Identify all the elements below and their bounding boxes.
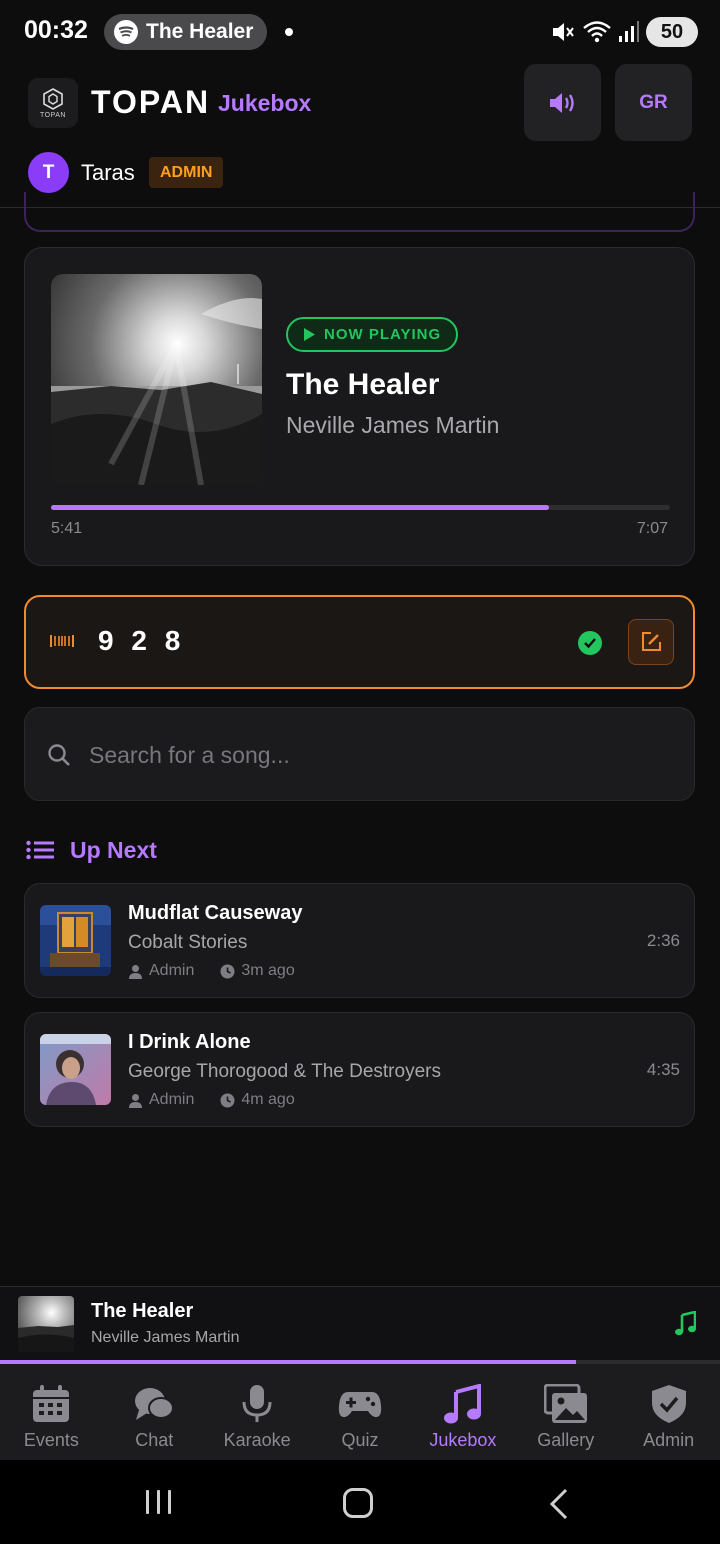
hexagon-logo-icon: [43, 87, 63, 110]
battery-indicator: 50: [646, 17, 698, 47]
status-bar: 00:32 The Healer 50: [0, 0, 720, 64]
chat-icon: [135, 1388, 175, 1420]
logo-wordmark: TOPAN: [40, 111, 66, 119]
user-icon: [129, 964, 142, 979]
mini-album-art: [18, 1296, 74, 1352]
tab-label: Gallery: [537, 1430, 595, 1450]
queue-artist: Cobalt Stories: [128, 932, 248, 953]
status-time: 00:32: [24, 16, 88, 44]
track-artist: Neville James Martin: [286, 412, 500, 438]
room-code: 9 2 8: [98, 625, 186, 656]
list-item[interactable]: Mudflat Causeway Cobalt Stories Admin 3m…: [24, 883, 695, 998]
app-logo: TOPAN: [28, 78, 78, 128]
edit-icon: [642, 632, 661, 651]
tab-label: Admin: [643, 1430, 695, 1450]
media-pill-title: The Healer: [146, 20, 254, 43]
queue-album-art: [40, 1034, 111, 1105]
queue-age: 4m ago: [241, 1091, 295, 1108]
barcode-icon: [50, 635, 74, 647]
check-circle-icon: [578, 631, 602, 655]
signal-icon: [619, 21, 639, 42]
tab-gallery[interactable]: Gallery: [514, 1364, 617, 1460]
role-badge: ADMIN: [149, 157, 224, 188]
language-button[interactable]: GR: [615, 64, 692, 141]
avatar[interactable]: T: [28, 152, 69, 193]
tab-label: Chat: [135, 1430, 174, 1450]
notification-dot: [285, 28, 293, 36]
brand-title: TOPAN: [91, 84, 211, 120]
total-time: 7:07: [636, 520, 668, 537]
mini-player[interactable]: The Healer Neville James Martin: [0, 1286, 720, 1364]
list-item[interactable]: I Drink Alone George Thorogood & The Des…: [24, 1012, 695, 1127]
microphone-icon: [242, 1385, 272, 1422]
queue-meta: Admin 4m ago: [128, 1091, 295, 1109]
room-code-card: 9 2 8: [24, 595, 695, 689]
queue-album-art: [40, 905, 111, 976]
gamepad-icon: [338, 1392, 382, 1418]
now-playing-label: NOW PLAYING: [324, 326, 442, 343]
section-title: Jukebox: [218, 90, 312, 116]
calendar-icon: [33, 1385, 70, 1422]
search-input[interactable]: [89, 730, 669, 780]
media-pill[interactable]: The Healer: [104, 14, 267, 50]
home-button[interactable]: [343, 1488, 373, 1518]
mini-track-title: The Healer: [91, 1300, 194, 1322]
elapsed-time: 5:41: [51, 520, 83, 537]
music-note-icon[interactable]: [674, 1311, 696, 1337]
list-icon: [26, 840, 54, 860]
up-next-header: Up Next: [26, 834, 157, 866]
tab-admin[interactable]: Admin: [617, 1364, 720, 1460]
spotify-icon: [114, 20, 138, 44]
queue-requester: Admin: [149, 1091, 195, 1108]
queue-artist: George Thorogood & The Destroyers: [128, 1061, 441, 1082]
queue-duration: 2:36: [646, 931, 680, 950]
play-icon: [304, 328, 315, 341]
queue-title: Mudflat Causeway: [128, 902, 303, 924]
back-button[interactable]: [548, 1488, 570, 1520]
bottom-tab-bar: Events Chat Karaoke Quiz Jukebox Gallery…: [0, 1364, 720, 1460]
status-icons: 50: [550, 16, 698, 48]
progress-fill: [51, 505, 550, 510]
music-note-icon: [443, 1384, 481, 1424]
mini-track-artist: Neville James Martin: [91, 1329, 240, 1346]
tab-jukebox[interactable]: Jukebox: [411, 1364, 514, 1460]
tab-label: Jukebox: [429, 1430, 497, 1450]
mute-icon: [553, 23, 574, 41]
previous-card-edge: [24, 192, 695, 232]
queue-title: I Drink Alone: [128, 1031, 251, 1053]
queue-requester: Admin: [149, 962, 195, 979]
queue-duration: 4:35: [646, 1060, 680, 1079]
clock-icon: [220, 1093, 235, 1107]
now-playing-badge: NOW PLAYING: [286, 317, 459, 352]
tab-events[interactable]: Events: [0, 1364, 103, 1460]
app-header: TOPAN TOPAN Jukebox GR T Taras ADMIN: [0, 60, 720, 208]
user-icon: [129, 1093, 142, 1108]
tab-label: Quiz: [341, 1430, 379, 1450]
track-title: The Healer: [286, 368, 440, 401]
system-navigation-bar: [0, 1460, 720, 1544]
gallery-icon: [543, 1384, 587, 1423]
tab-label: Events: [23, 1430, 79, 1450]
edit-code-button[interactable]: [628, 619, 674, 665]
user-name: Taras: [81, 160, 135, 185]
volume-button[interactable]: [524, 64, 601, 141]
progress-bar: [51, 505, 670, 510]
tab-label: Karaoke: [223, 1430, 291, 1450]
shield-check-icon: [651, 1385, 686, 1423]
queue-age: 3m ago: [241, 962, 295, 979]
tab-quiz[interactable]: Quiz: [309, 1364, 412, 1460]
volume-icon: [549, 92, 574, 113]
queue-meta: Admin 3m ago: [128, 962, 295, 980]
search-icon: [48, 744, 70, 766]
tab-karaoke[interactable]: Karaoke: [206, 1364, 309, 1460]
album-art: [51, 274, 262, 485]
recent-apps-button[interactable]: [146, 1490, 171, 1514]
wifi-icon: [583, 21, 611, 43]
clock-icon: [220, 964, 235, 978]
now-playing-card: NOW PLAYING The Healer Neville James Mar…: [24, 247, 695, 566]
tab-chat[interactable]: Chat: [103, 1364, 206, 1460]
search-bar: [24, 707, 695, 801]
up-next-title: Up Next: [70, 836, 157, 863]
